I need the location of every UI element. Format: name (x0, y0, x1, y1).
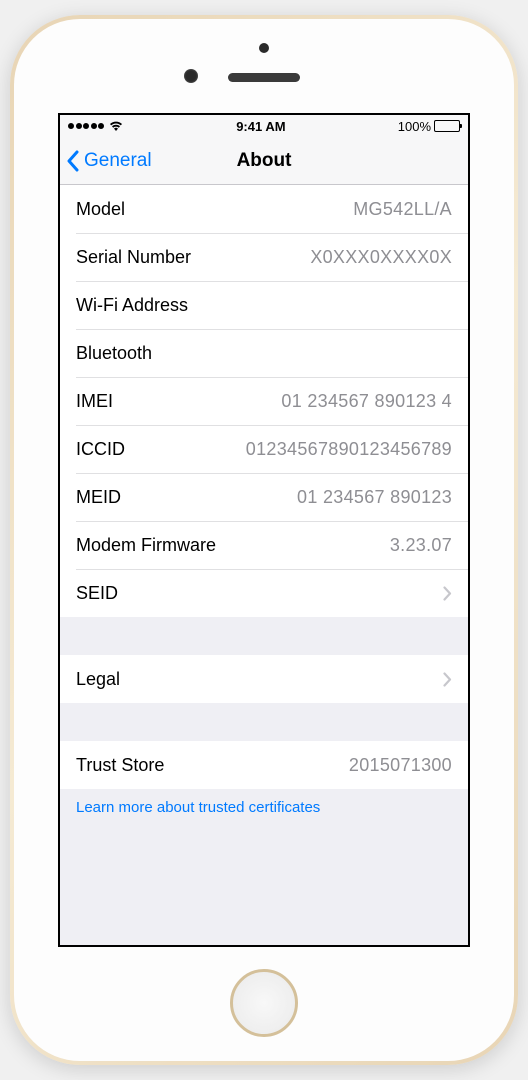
status-left (68, 120, 124, 132)
group-trust-store: Trust Store 2015071300 (60, 741, 468, 789)
row-label: Trust Store (76, 755, 164, 776)
phone-body: 9:41 AM 100% General About (14, 19, 514, 1061)
home-button[interactable] (230, 969, 298, 1037)
row-modem-firmware[interactable]: Modem Firmware 3.23.07 (60, 521, 468, 569)
status-right: 100% (398, 119, 460, 134)
row-trust-store[interactable]: Trust Store 2015071300 (60, 741, 468, 789)
row-label: Modem Firmware (76, 535, 216, 556)
navigation-bar: General About (60, 137, 468, 185)
row-label: Bluetooth (76, 343, 152, 364)
disclosure (443, 672, 452, 687)
row-value: 01 234567 890123 4 (281, 391, 452, 412)
back-button[interactable]: General (60, 150, 152, 172)
row-label: Wi-Fi Address (76, 295, 188, 316)
row-value: 01 234567 890123 (297, 487, 452, 508)
row-label: ICCID (76, 439, 125, 460)
row-value: X0XXX0XXXX0X (310, 247, 452, 268)
row-serial-number[interactable]: Serial Number X0XXX0XXXX0X (60, 233, 468, 281)
group-legal: Legal (60, 655, 468, 703)
row-value: 01234567890123456789 (246, 439, 452, 460)
battery-icon (434, 120, 460, 132)
chevron-right-icon (443, 586, 452, 601)
row-label: IMEI (76, 391, 113, 412)
row-value: 3.23.07 (390, 535, 452, 556)
status-time: 9:41 AM (236, 119, 285, 134)
front-camera (184, 69, 198, 83)
signal-dots-icon (68, 123, 104, 129)
status-bar: 9:41 AM 100% (60, 115, 468, 137)
row-model[interactable]: Model MG542LL/A (60, 185, 468, 233)
row-value: MG542LL/A (353, 199, 452, 220)
chevron-right-icon (443, 672, 452, 687)
row-seid[interactable]: SEID (60, 569, 468, 617)
disclosure (443, 586, 452, 601)
row-label: MEID (76, 487, 121, 508)
row-label: Model (76, 199, 125, 220)
phone-frame: 9:41 AM 100% General About (10, 15, 518, 1065)
row-label: SEID (76, 583, 118, 604)
row-value: 2015071300 (349, 755, 452, 776)
row-legal[interactable]: Legal (60, 655, 468, 703)
sensor-dot (259, 43, 269, 53)
row-label: Legal (76, 669, 120, 690)
back-label: General (84, 150, 152, 172)
battery-percent: 100% (398, 119, 431, 134)
row-wifi-address[interactable]: Wi-Fi Address (60, 281, 468, 329)
trusted-certificates-link[interactable]: Learn more about trusted certificates (60, 789, 468, 826)
page-title: About (237, 150, 292, 172)
chevron-left-icon (66, 150, 80, 172)
row-label: Serial Number (76, 247, 191, 268)
row-meid[interactable]: MEID 01 234567 890123 (60, 473, 468, 521)
speaker-grille (228, 73, 300, 82)
group-device-info: Model MG542LL/A Serial Number X0XXX0XXXX… (60, 185, 468, 617)
row-bluetooth[interactable]: Bluetooth (60, 329, 468, 377)
screen: 9:41 AM 100% General About (58, 113, 470, 947)
wifi-icon (108, 120, 124, 132)
row-iccid[interactable]: ICCID 01234567890123456789 (60, 425, 468, 473)
content: Model MG542LL/A Serial Number X0XXX0XXXX… (60, 185, 468, 945)
row-imei[interactable]: IMEI 01 234567 890123 4 (60, 377, 468, 425)
